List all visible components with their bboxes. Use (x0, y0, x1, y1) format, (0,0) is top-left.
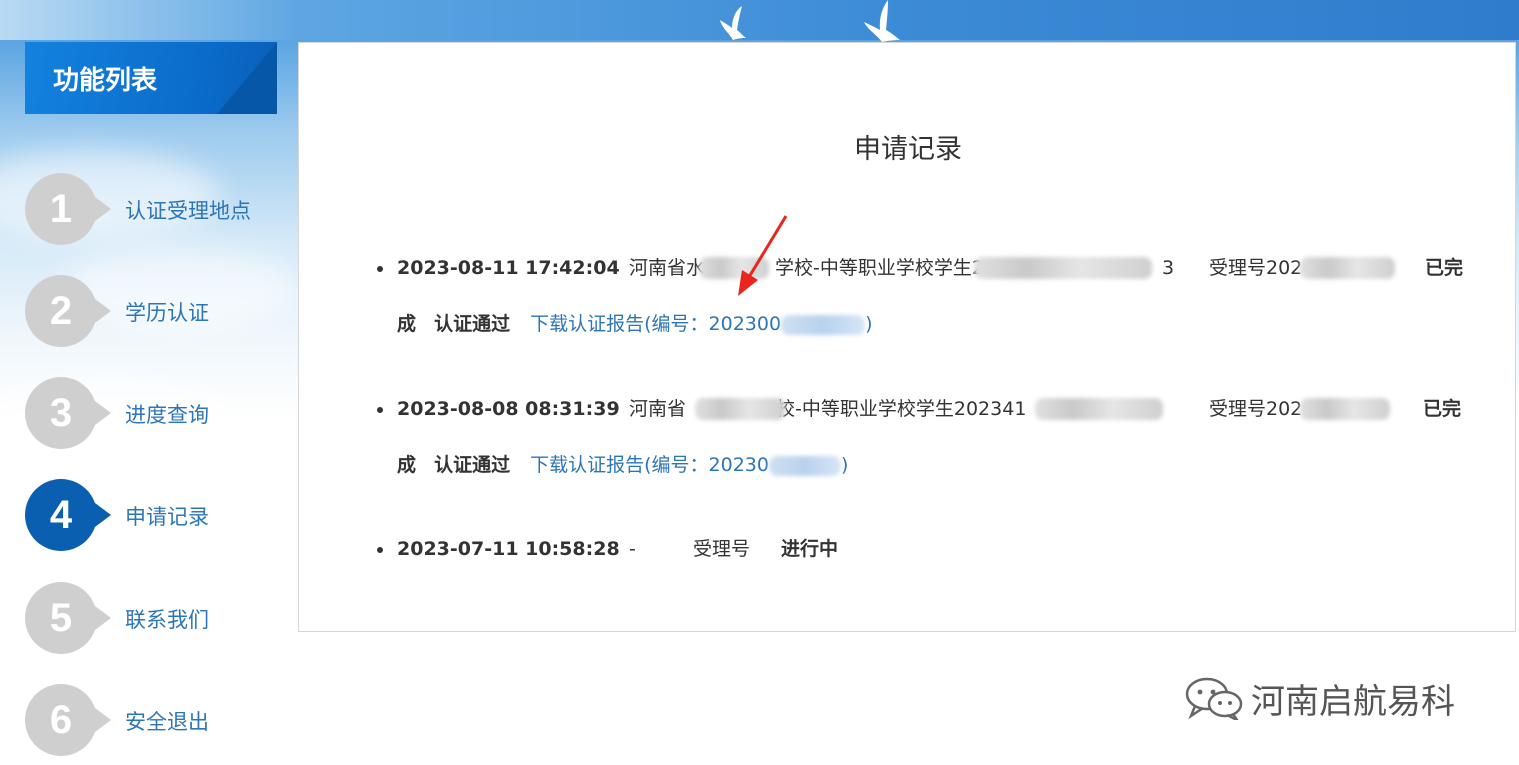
dove-icon (720, 6, 746, 40)
redacted-text (1300, 257, 1395, 279)
record-school: 河南省 校-中等职业学校学生202341 (629, 398, 1027, 420)
watermark-text: 河南启航易科 (1251, 681, 1455, 722)
bullet (377, 407, 383, 413)
redacted-text (695, 398, 785, 420)
download-report-link[interactable]: 下载认证报告(编号：202300) (530, 313, 872, 335)
sidebar-item-label: 进度查询 (125, 403, 209, 427)
sidebar-item-contact-us[interactable]: 5 联系我们 (25, 582, 285, 656)
records-list: 2023-08-11 17:42:04 河南省水 学校-中等职业学校学生2 3 受理… (377, 253, 1477, 564)
page-title: 申请记录 (854, 134, 962, 165)
list-item: 2023-08-11 17:42:04 河南省水 学校-中等职业学校学生2 3 受理… (377, 253, 1477, 339)
result-badge: 认证通过 (434, 454, 511, 476)
acceptance-number: 受理号202 (1209, 398, 1303, 420)
sidebar-item-acceptance-location[interactable]: 1 认证受理地点 (25, 173, 285, 247)
step-number-badge: 6 (25, 684, 111, 756)
record-datetime: 2023-07-11 10:58:28 (397, 538, 620, 560)
redacted-text (781, 314, 866, 335)
bullet (377, 547, 383, 553)
list-item: 2023-07-11 10:58:28 - 受理号 进行中 (377, 534, 1477, 564)
sky-background (0, 0, 1519, 40)
status-text-continued: 成 (397, 454, 417, 476)
list-item: 2023-08-08 08:31:39 河南省 校-中等职业学校学生202341 … (377, 394, 1477, 480)
step-number-badge: 1 (25, 173, 111, 245)
redacted-text (768, 455, 841, 476)
sidebar-item-label: 联系我们 (125, 608, 209, 632)
download-report-link[interactable]: 下载认证报告(编号：20230) (530, 454, 848, 476)
bullet (377, 266, 383, 272)
step-number-badge: 3 (25, 377, 111, 449)
status-text: 已完 (1425, 257, 1464, 279)
function-list-title: 功能列表 (53, 65, 158, 95)
record-datetime: 2023-08-08 08:31:39 (397, 398, 620, 420)
records-panel: 申请记录 2023-08-11 17:42:04 河南省水 学校-中等职业学校学生… (298, 42, 1516, 632)
step-number-badge: 5 (25, 582, 111, 654)
acceptance-number: 受理号 (693, 538, 751, 560)
sidebar-item-label: 学历认证 (125, 301, 209, 325)
function-list-header: 功能列表 (25, 42, 277, 114)
acceptance-number: 受理号202 (1209, 257, 1303, 279)
sidebar-item-progress-query[interactable]: 3 进度查询 (25, 377, 285, 451)
status-text: 进行中 (781, 538, 839, 560)
redacted-text (1035, 398, 1163, 420)
record-datetime: 2023-08-11 17:42:04 (397, 257, 620, 279)
step-number-badge: 4 (25, 479, 111, 551)
redacted-text (974, 257, 1152, 279)
step-number-badge: 2 (25, 275, 111, 347)
result-badge: 认证通过 (434, 313, 511, 335)
sidebar-item-logout[interactable]: 6 安全退出 (25, 684, 285, 758)
sidebar-item-label: 认证受理地点 (125, 199, 251, 223)
record-school: - (629, 538, 636, 560)
wechat-icon (1185, 677, 1243, 720)
red-arrow-annotation (738, 215, 788, 296)
sidebar-item-label: 申请记录 (125, 505, 209, 529)
status-text: 已完 (1423, 398, 1462, 420)
sidebar-item-degree-certification[interactable]: 2 学历认证 (25, 275, 285, 349)
sidebar-item-application-records[interactable]: 4 申请记录 (25, 479, 285, 553)
status-text-continued: 成 (397, 313, 417, 335)
watermark: 河南启航易科 (1183, 676, 1455, 722)
sidebar-item-label: 安全退出 (125, 710, 209, 734)
redacted-text (1300, 398, 1390, 420)
dove-icon (864, 0, 900, 42)
